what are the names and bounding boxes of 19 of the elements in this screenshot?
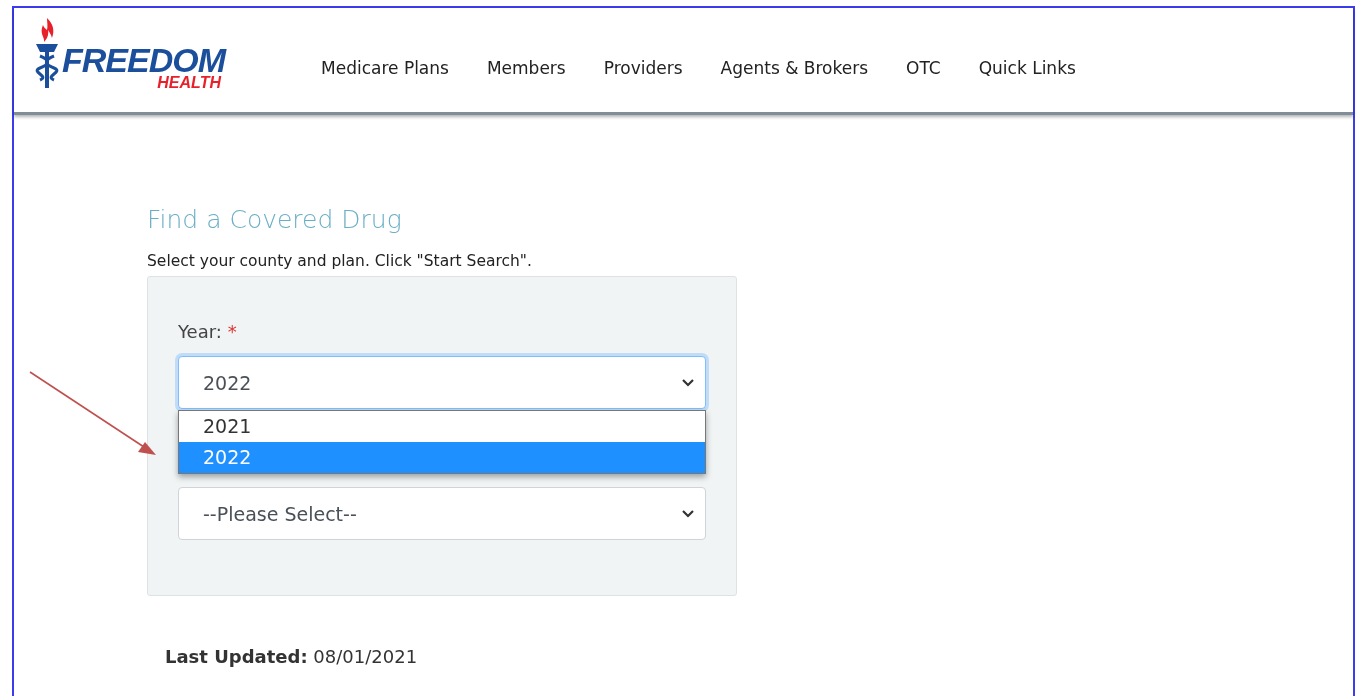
nav-link[interactable]: Quick Links [978, 58, 1076, 78]
nav-link[interactable]: Medicare Plans [321, 58, 449, 78]
instructions-text: Select your county and plan. Click "Start Search". [147, 252, 533, 270]
year-label: Year: [178, 321, 222, 342]
nav-link[interactable]: Agents & Brokers [720, 58, 869, 78]
last-updated-text: Last Updated: 08/01/2021 [165, 646, 419, 667]
required-mark: * [227, 321, 237, 342]
logo-text: FREEDOM [62, 44, 225, 76]
page-title: Find a Covered Drug [147, 205, 403, 234]
select-field[interactable]: 2022 [178, 356, 706, 409]
select-field[interactable]: --Please Select-- [178, 487, 706, 540]
chevron-down-icon [681, 377, 695, 388]
dropdown-option[interactable]: 2021 [179, 411, 705, 442]
nav-link[interactable]: Members [486, 58, 566, 78]
logo-subtext: HEALTH [157, 76, 221, 90]
torch-icon [34, 16, 60, 90]
nav-link[interactable]: Providers [603, 58, 683, 78]
nav-link[interactable]: OTC [906, 58, 941, 78]
chevron-down-icon [681, 508, 695, 519]
